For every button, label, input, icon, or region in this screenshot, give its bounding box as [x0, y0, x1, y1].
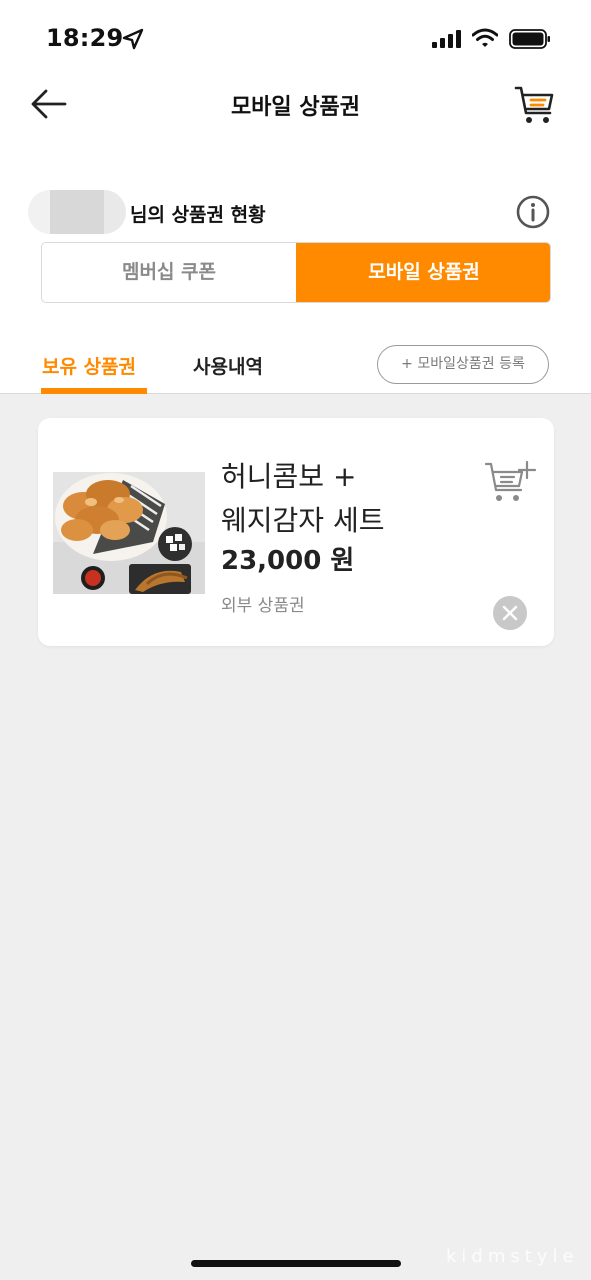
location-arrow-icon: [122, 28, 144, 50]
product-name-line2: 웨지감자 세트: [221, 504, 385, 537]
watermark: kidmstyle: [446, 1246, 579, 1267]
info-icon[interactable]: [516, 195, 550, 229]
membership-coupon-tab[interactable]: 멤버십 쿠폰: [42, 243, 296, 302]
tab-owned-vouchers[interactable]: 보유 상품권: [42, 352, 136, 379]
wifi-icon: [472, 28, 498, 47]
add-to-cart-icon[interactable]: [484, 460, 536, 506]
voucher-type-label: 외부 상품권: [221, 596, 305, 616]
page-title: 모바일 상품권: [230, 95, 361, 120]
cart-icon[interactable]: [514, 84, 556, 126]
tab-usage-history[interactable]: 사용내역: [193, 352, 263, 379]
register-voucher-button[interactable]: + 모바일상품권 등록: [377, 345, 549, 384]
battery-icon: [509, 29, 550, 49]
mobile-voucher-tab[interactable]: 모바일 상품권: [296, 243, 550, 302]
avatar: [28, 190, 126, 234]
voucher-type-toggle: 멤버십 쿠폰 모바일 상품권: [41, 242, 551, 303]
active-tab-indicator: [41, 388, 147, 394]
product-image: [53, 472, 205, 594]
status-time: 18:29: [46, 24, 124, 52]
product-name-line1: 허니콤보 +: [221, 460, 357, 493]
product-price: 23,000 원: [221, 546, 355, 576]
home-indicator: [191, 1260, 401, 1267]
owner-title: 님의 상품권 현황: [130, 204, 266, 226]
remove-icon[interactable]: [493, 596, 527, 630]
signal-icon: [432, 30, 461, 48]
